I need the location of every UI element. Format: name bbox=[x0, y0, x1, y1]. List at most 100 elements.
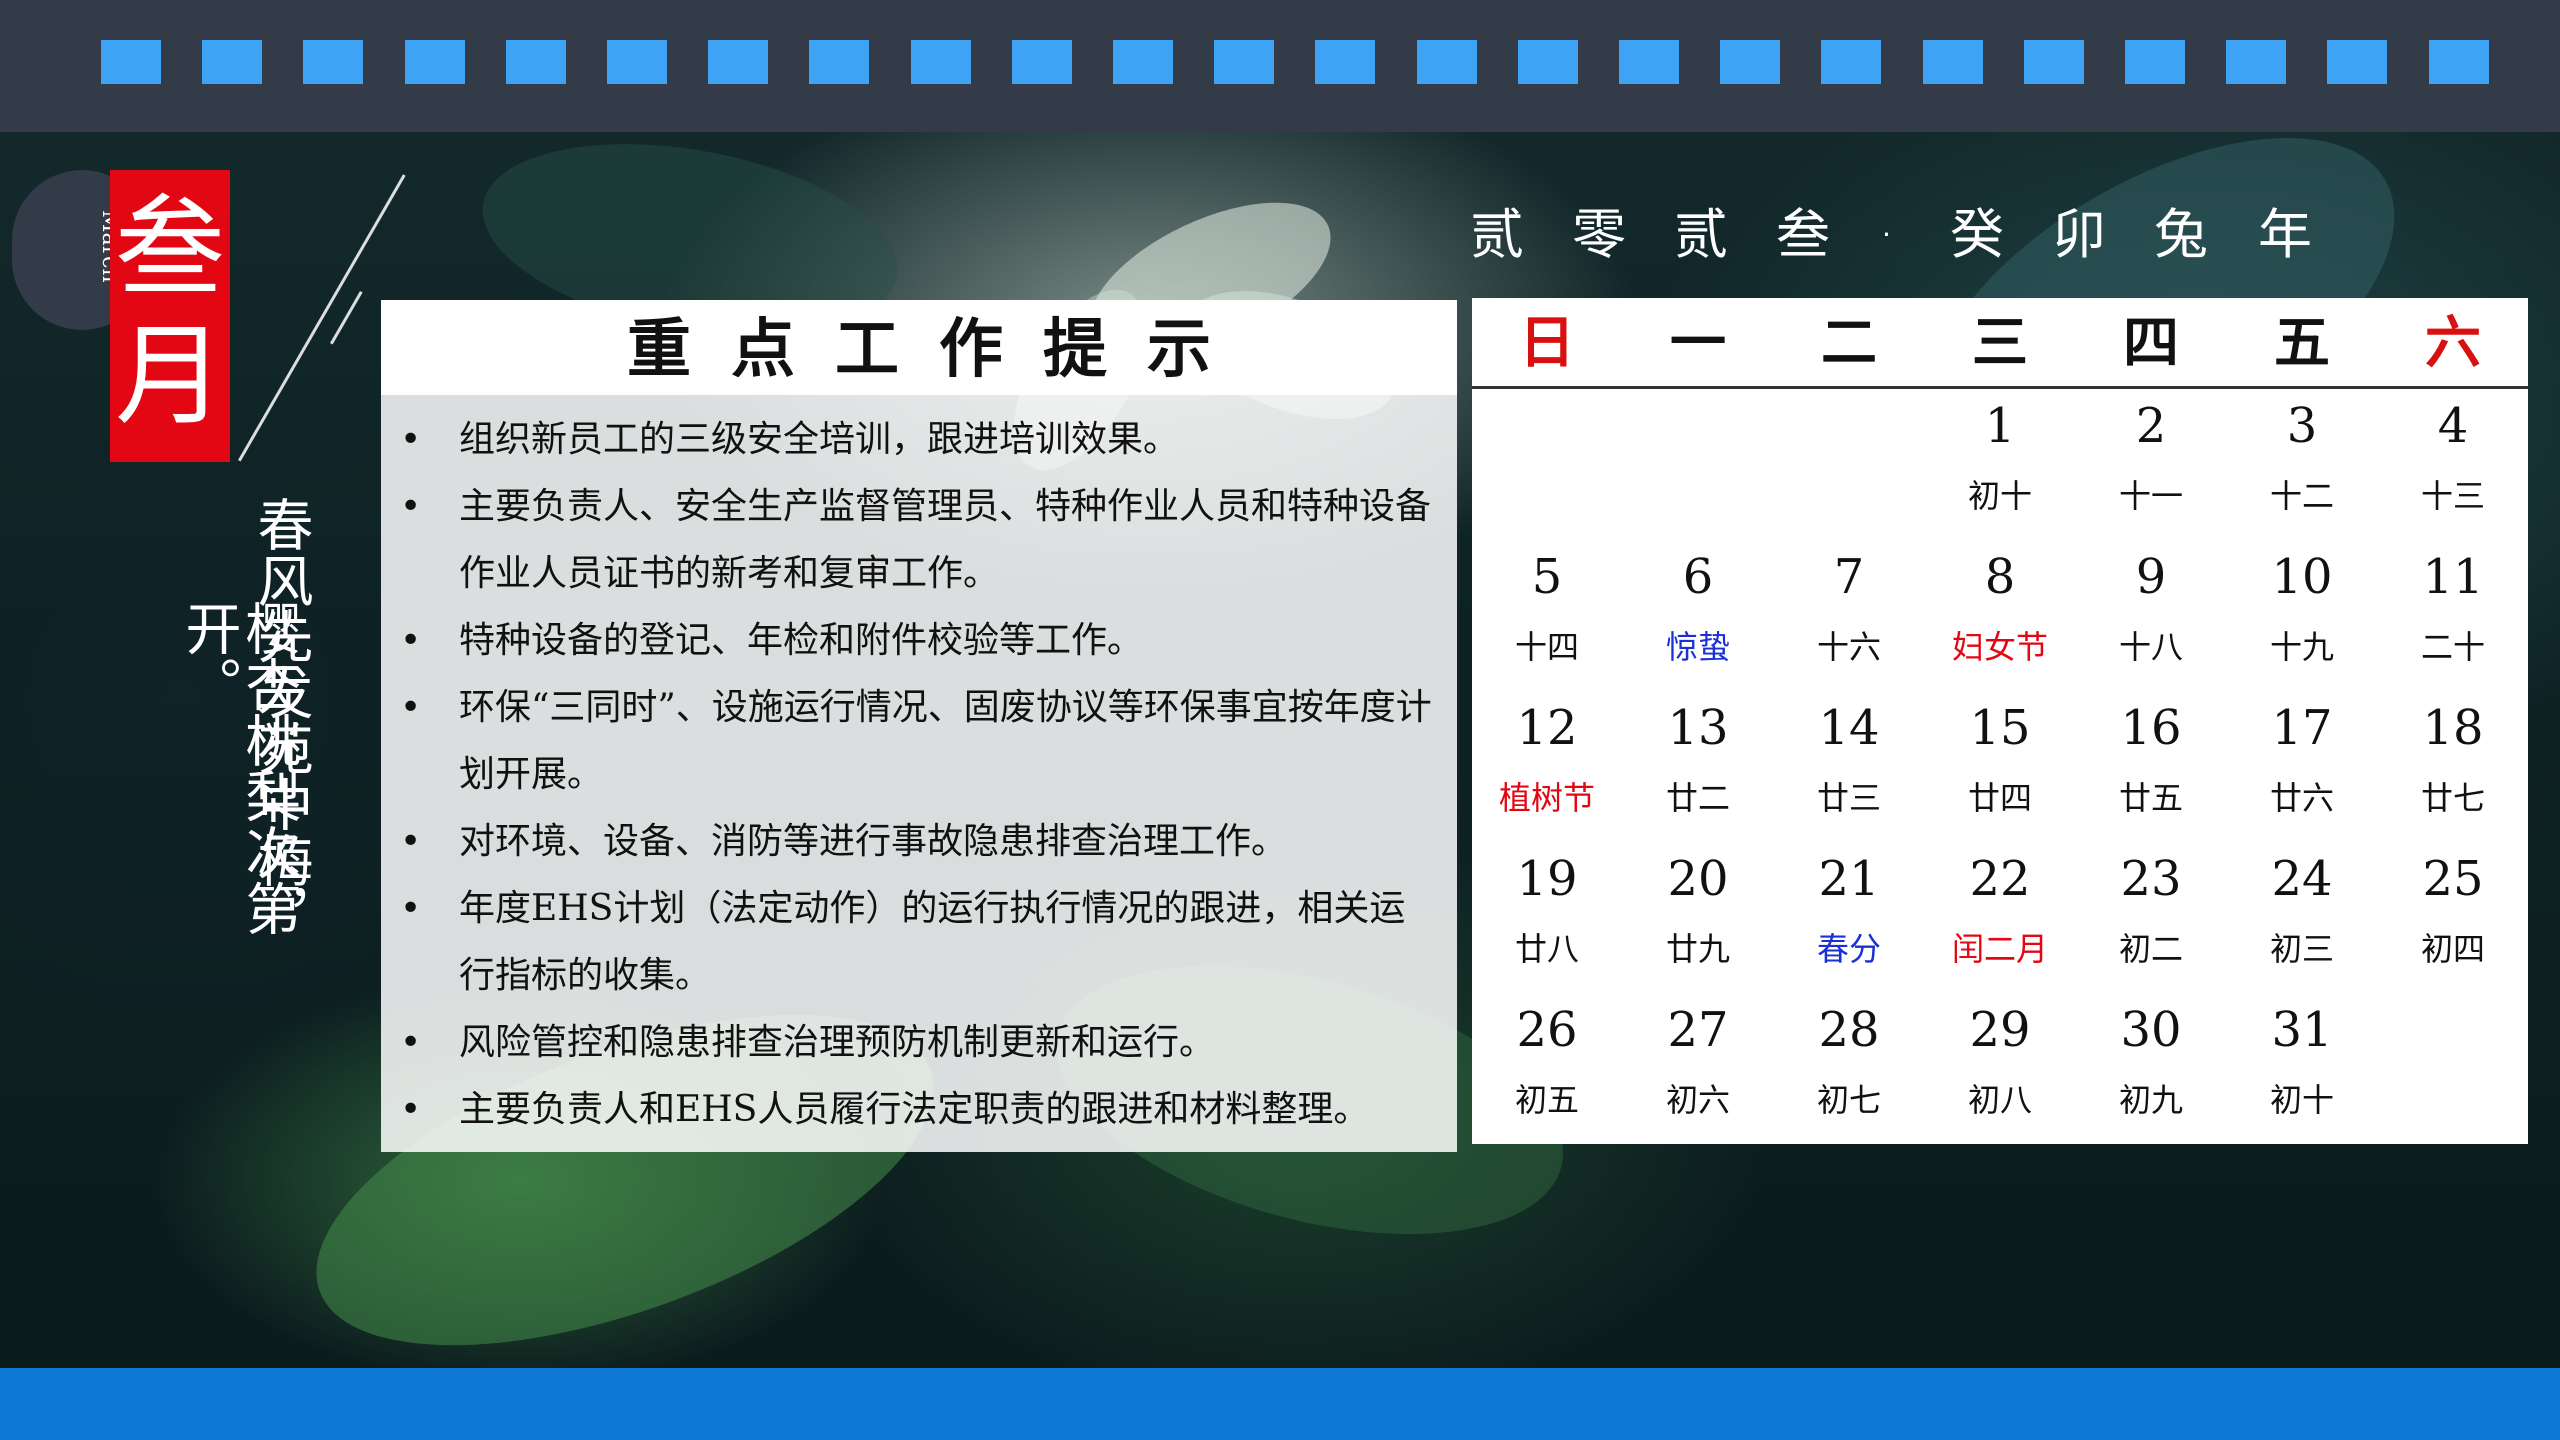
film-hole bbox=[101, 40, 161, 84]
calendar-lunar-label: 初五 bbox=[1514, 1081, 1579, 1119]
film-hole bbox=[809, 40, 870, 84]
calendar-day-number: 26 bbox=[1516, 1002, 1578, 1058]
calendar-day-number: 17 bbox=[2271, 700, 2333, 756]
calendar-day-number: 11 bbox=[2422, 549, 2484, 605]
list-item: 组织新员工的三级安全培训，跟进培训效果。 bbox=[381, 406, 1457, 473]
film-hole bbox=[1011, 40, 1072, 84]
calendar-day-number: 9 bbox=[2135, 549, 2167, 605]
year-char: 卯 bbox=[2052, 203, 2106, 266]
year-char: 贰 bbox=[1674, 203, 1728, 266]
calendar-lunar-label: 廿六 bbox=[2269, 779, 2334, 817]
calendar-day-number: 20 bbox=[1667, 851, 1729, 907]
calendar-day-number: 5 bbox=[1531, 549, 1563, 605]
calendar-lunar-label: 植树节 bbox=[1498, 779, 1595, 817]
calendar-day-number: 8 bbox=[1984, 549, 2016, 605]
work-notes-list: 组织新员工的三级安全培训，跟进培训效果。 主要负责人、安全生产监督管理员、特种作… bbox=[381, 406, 1457, 1143]
film-hole bbox=[1113, 40, 1173, 84]
film-hole bbox=[303, 40, 364, 84]
calendar-day-number: 31 bbox=[2271, 1002, 2333, 1058]
list-item: 特种设备的登记、年检和附件校验等工作。 bbox=[381, 607, 1457, 674]
calendar-day-number: 21 bbox=[1818, 851, 1880, 907]
calendar-lunar-label: 廿九 bbox=[1665, 930, 1730, 968]
calendar-day-number: 10 bbox=[2271, 549, 2333, 605]
film-hole bbox=[2125, 40, 2185, 84]
calendar-day-number: 24 bbox=[2271, 851, 2333, 907]
weekday-sun: 日 bbox=[1519, 311, 1575, 376]
calendar-day-number: 22 bbox=[1969, 851, 2031, 907]
calendar-day-number: 19 bbox=[1516, 851, 1578, 907]
calendar-day-number: 27 bbox=[1667, 1002, 1729, 1058]
calendar-lunar-label: 妇女节 bbox=[1951, 628, 2048, 666]
film-hole bbox=[910, 40, 971, 84]
film-hole bbox=[1214, 40, 1275, 84]
calendar-day-number: 13 bbox=[1667, 700, 1729, 756]
film-hole bbox=[404, 40, 465, 84]
film-hole bbox=[2428, 40, 2489, 84]
list-item: 风险管控和隐患排查治理预防机制更新和运行。 bbox=[381, 1009, 1457, 1076]
film-hole bbox=[2226, 40, 2287, 84]
calendar-lunar-label: 初十 bbox=[2269, 1081, 2334, 1119]
calendar-lunar-label: 廿七 bbox=[2420, 779, 2485, 817]
calendar-lunar-label: 十六 bbox=[1816, 628, 1881, 666]
key-work-panel: 重点工作提示 组织新员工的三级安全培训，跟进培训效果。 主要负责人、安全生产监督… bbox=[381, 300, 1457, 1152]
calendar-day-number: 7 bbox=[1833, 549, 1865, 605]
calendar-lunar-label: 廿三 bbox=[1816, 779, 1881, 817]
panel-title: 重点工作提示 bbox=[381, 300, 1457, 395]
film-hole bbox=[1315, 40, 1376, 84]
weekday-fri: 五 bbox=[2274, 311, 2330, 376]
film-hole bbox=[1416, 40, 1477, 84]
calendar-lunar-label: 十三 bbox=[2420, 477, 2485, 515]
calendar-lunar-label: 十九 bbox=[2269, 628, 2334, 666]
film-hole bbox=[1922, 40, 1983, 84]
weekday-header: 日 一 二 三 四 五 六 bbox=[1472, 298, 2528, 389]
bottom-bar bbox=[0, 1368, 2560, 1440]
weekday-sat: 六 bbox=[2425, 311, 2481, 376]
calendar-lunar-label: 初二 bbox=[2118, 930, 2183, 968]
calendar-lunar-label: 十一 bbox=[2118, 477, 2183, 515]
calendar-day-number: 4 bbox=[2437, 398, 2469, 454]
calendar-lunar-label: 廿四 bbox=[1967, 779, 2032, 817]
weekday-thu: 四 bbox=[2123, 311, 2179, 376]
list-item: 年度EHS计划（法定动作）的运行执行情况的跟进，相关运行指标的收集。 bbox=[381, 875, 1457, 1009]
calendar-lunar-label: 廿二 bbox=[1665, 779, 1730, 817]
film-hole bbox=[1720, 40, 1781, 84]
film-hole bbox=[2023, 40, 2084, 84]
calendar-day-number: 12 bbox=[1516, 700, 1578, 756]
year-header: 贰 零 贰 叁 · 癸 卯 兔 年 bbox=[1470, 200, 2350, 270]
poem-line-2: 樱杏桃梨次第开。 bbox=[176, 600, 301, 936]
calendar-lunar-label: 十二 bbox=[2269, 477, 2334, 515]
year-char: 年 bbox=[2258, 203, 2312, 266]
film-hole bbox=[1821, 40, 1882, 84]
year-separator: · bbox=[1882, 218, 1891, 251]
calendar-lunar-label: 初六 bbox=[1665, 1081, 1730, 1119]
film-hole bbox=[607, 40, 667, 84]
calendar-lunar-label: 初十 bbox=[1967, 477, 2032, 515]
calendar-lunar-label: 十四 bbox=[1514, 628, 1579, 666]
calendar-lunar-label: 廿五 bbox=[2118, 779, 2183, 817]
film-hole bbox=[2327, 40, 2388, 84]
weekday-tue: 二 bbox=[1821, 311, 1877, 376]
calendar-lunar-label: 春分 bbox=[1816, 930, 1881, 968]
list-item: 主要负责人和EHS人员履行法定职责的跟进和材料整理。 bbox=[381, 1076, 1457, 1143]
calendar-day-number: 1 bbox=[1984, 398, 2016, 454]
year-char: 癸 bbox=[1950, 203, 2004, 266]
calendar-day-number: 15 bbox=[1969, 700, 2031, 756]
film-hole bbox=[1517, 40, 1578, 84]
calendar-lunar-label: 初九 bbox=[2118, 1081, 2183, 1119]
calendar-lunar-label: 闰二月 bbox=[1951, 930, 2048, 968]
calendar-lunar-label: 惊蛰 bbox=[1665, 628, 1730, 666]
calendar-day-number: 28 bbox=[1818, 1002, 1880, 1058]
calendar: 日 一 二 三 四 五 六 1 初十 2 十一 3 十二 4 十三 5 十四 6 惊蛰 7 十六 8 妇女节 9… bbox=[1472, 298, 2528, 1144]
calendar-day-number: 3 bbox=[2286, 398, 2318, 454]
calendar-day-number: 14 bbox=[1818, 700, 1880, 756]
film-hole bbox=[1619, 40, 1679, 84]
calendar-lunar-label: 廿八 bbox=[1514, 930, 1579, 968]
weekday-mon: 一 bbox=[1670, 311, 1726, 376]
calendar-lunar-label: 二十 bbox=[2420, 628, 2485, 666]
calendar-day-number: 6 bbox=[1682, 549, 1714, 605]
list-item: 主要负责人、安全生产监督管理员、特种作业人员和特种设备作业人员证书的新考和复审工… bbox=[381, 473, 1457, 607]
year-char: 零 bbox=[1572, 203, 1626, 266]
calendar-lunar-label: 初四 bbox=[2420, 930, 2485, 968]
calendar-day-number: 16 bbox=[2120, 700, 2182, 756]
weekday-wed: 三 bbox=[1972, 311, 2028, 376]
